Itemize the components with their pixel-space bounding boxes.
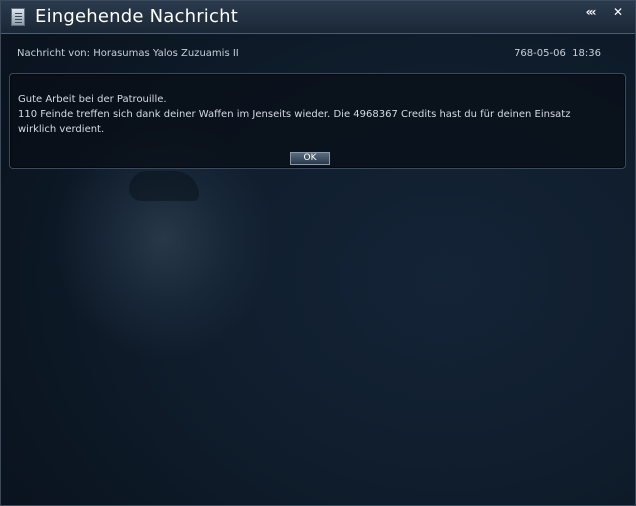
ok-button[interactable]: OK [290,152,330,165]
message-panel: Gute Arbeit bei der Patrouille. 110 Fein… [9,73,626,169]
message-window: Eingehende Nachricht ‹‹‹ ✕ Nachricht von… [0,0,636,506]
document-icon [11,8,25,26]
close-icon[interactable]: ✕ [610,5,626,19]
message-date: 768-05-06 18:36 [514,48,601,59]
title-bar[interactable]: Eingehende Nachricht ‹‹‹ ✕ [1,1,635,34]
window-title: Eingehende Nachricht [35,6,238,27]
background-planet [129,171,199,201]
collapse-icon[interactable]: ‹‹‹ [578,5,602,19]
message-body: Gute Arbeit bei der Patrouille. 110 Fein… [18,92,608,137]
message-line: Gute Arbeit bei der Patrouille. [18,94,167,105]
sender-line: Nachricht von: Horasumas Yalos Zuzuamis … [17,48,239,59]
message-line: 110 Feinde treffen sich dank deiner Waff… [18,109,571,135]
